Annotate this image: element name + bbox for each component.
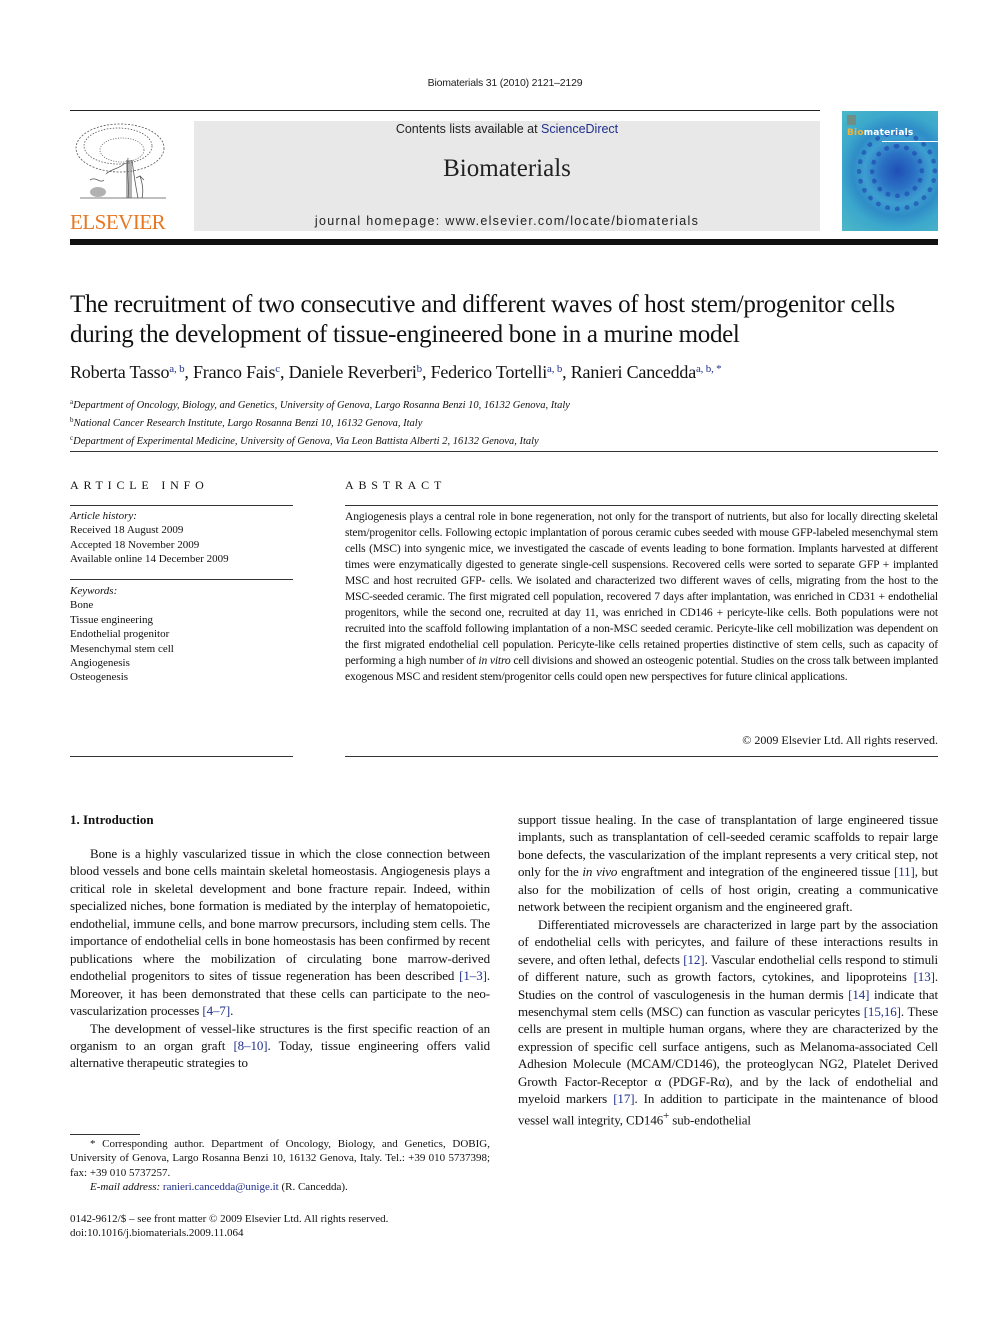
- journal-banner: Contents lists available at ScienceDirec…: [194, 121, 820, 231]
- reference-link[interactable]: [11]: [894, 864, 915, 879]
- reference-link[interactable]: [1–3]: [459, 968, 487, 983]
- paragraph: The development of vessel-like structure…: [70, 1020, 491, 1071]
- paragraph: support tissue healing. In the case of t…: [518, 812, 938, 915]
- issn-line: 0142-9612/$ – see front matter © 2009 El…: [70, 1213, 389, 1225]
- reference-link[interactable]: [12]: [683, 952, 704, 967]
- info-rule: [70, 579, 293, 580]
- paragraph: Differentiated microvessels are characte…: [518, 916, 939, 1128]
- publisher-name: ELSEVIER: [70, 210, 166, 234]
- header-thick-rule: [70, 239, 938, 245]
- reference-link[interactable]: [8–10]: [233, 1038, 267, 1053]
- footnote: * Corresponding author. Department of On…: [70, 1137, 490, 1195]
- reference-link[interactable]: [4–7]: [202, 1003, 230, 1018]
- contents-line: Contents lists available at ScienceDirec…: [194, 122, 820, 136]
- footnote-rule: [70, 1134, 140, 1135]
- reference-link[interactable]: [17]: [613, 1091, 634, 1106]
- cover-pattern: [870, 144, 924, 198]
- history-heading: Article history:: [70, 510, 137, 522]
- cover-rule: [882, 141, 938, 142]
- keyword: Bone: [70, 599, 94, 612]
- author[interactable]: Daniele Reverberib,: [289, 362, 431, 382]
- journal-homepage[interactable]: journal homepage: www.elsevier.com/locat…: [194, 214, 820, 228]
- keywords: Keywords: Bone Tissue engineering Endoth…: [70, 584, 293, 685]
- affiliations: aDepartment of Oncology, Biology, and Ge…: [70, 395, 950, 449]
- article-history: Article history: Received 18 August 2009…: [70, 509, 293, 567]
- author[interactable]: Ranieri Canceddaa, b, *: [571, 362, 722, 382]
- sciencedirect-link[interactable]: ScienceDirect: [541, 122, 618, 136]
- corresponding-author-note: * Corresponding author. Department of On…: [70, 1138, 490, 1179]
- contents-prefix: Contents lists available at: [395, 122, 542, 136]
- reference-link[interactable]: [15,16]: [864, 1004, 901, 1019]
- cover-title: Biomaterials: [847, 128, 914, 138]
- section-divider: [70, 451, 938, 452]
- author-list: Roberta Tassoa, b, Franco Faisc, Daniele…: [70, 362, 950, 383]
- keyword: Angiogenesis: [70, 657, 130, 670]
- abstract-text: Angiogenesis plays a central role in bon…: [345, 510, 939, 683]
- elsevier-tree-icon: [75, 123, 166, 199]
- affiliation: bNational Cancer Research Institute, Lar…: [70, 416, 423, 429]
- abstract-heading: ABSTRACT: [345, 478, 447, 492]
- keyword: Mesenchymal stem cell: [70, 642, 174, 655]
- journal-citation: Biomaterials 31 (2010) 2121–2129: [427, 77, 583, 89]
- header-rule: [70, 110, 820, 111]
- author[interactable]: Federico Tortellia, b,: [431, 362, 571, 382]
- abstract-rule: [345, 756, 938, 757]
- body-column-right: support tissue healing. In the case of t…: [518, 811, 938, 1128]
- keywords-heading: Keywords:: [70, 585, 118, 597]
- journal-cover[interactable]: Biomaterials: [842, 111, 938, 231]
- author[interactable]: Roberta Tassoa, b,: [70, 362, 193, 382]
- info-rule: [70, 505, 293, 506]
- elsevier-logo[interactable]: ELSEVIER: [70, 118, 172, 234]
- history-received: Received 18 August 2009: [70, 524, 184, 537]
- article-title: The recruitment of two consecutive and d…: [70, 291, 895, 348]
- cover-emblem-icon: [847, 115, 856, 125]
- doi-line[interactable]: doi:10.1016/j.biomaterials.2009.11.064: [70, 1226, 490, 1240]
- journal-name: Biomaterials: [443, 155, 571, 182]
- keyword: Tissue engineering: [70, 613, 154, 626]
- abstract-rule: [345, 505, 938, 506]
- reference-link[interactable]: [13]: [914, 969, 935, 984]
- paragraph: Bone is a highly vascularized tissue in …: [70, 846, 490, 1019]
- email-link[interactable]: ranieri.cancedda@unige.it: [163, 1181, 279, 1193]
- author[interactable]: Franco Faisc,: [193, 362, 289, 382]
- keyword: Osteogenesis: [70, 671, 129, 684]
- info-rule: [70, 756, 293, 757]
- abstract-copyright: © 2009 Elsevier Ltd. All rights reserved…: [742, 733, 938, 747]
- affiliation: cDepartment of Experimental Medicine, Un…: [70, 434, 539, 447]
- keyword: Endothelial progenitor: [70, 628, 170, 641]
- front-matter: 0142-9612/$ – see front matter © 2009 El…: [70, 1212, 490, 1241]
- article-info-heading: ARTICLE INFO: [70, 478, 209, 492]
- history-accepted: Accepted 18 November 2009: [70, 538, 200, 551]
- body-column-left: Bone is a highly vascularized tissue in …: [70, 845, 490, 1072]
- affiliation: aDepartment of Oncology, Biology, and Ge…: [70, 398, 570, 411]
- history-online: Available online 14 December 2009: [70, 553, 229, 566]
- section-heading-introduction: 1. Introduction: [70, 812, 154, 827]
- email-note: E-mail address: ranieri.cancedda@unige.i…: [90, 1181, 348, 1194]
- reference-link[interactable]: [14]: [848, 987, 869, 1002]
